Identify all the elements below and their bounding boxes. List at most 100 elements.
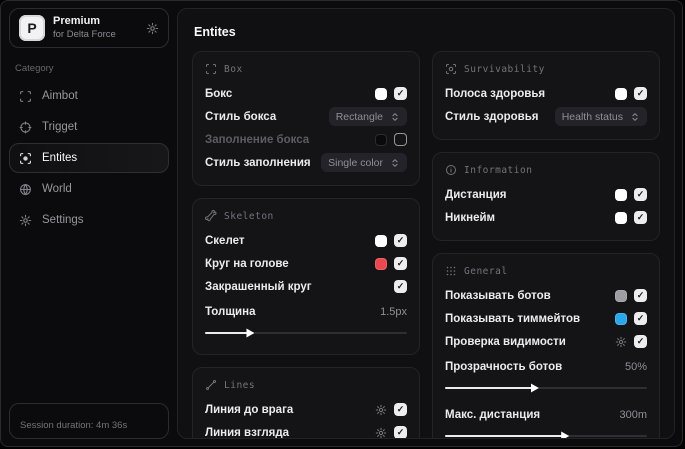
setting-label: Стиль здоровья [445,110,539,123]
gear-icon[interactable] [615,336,627,348]
setting-label: Проверка видимости [445,335,566,348]
panel-survivability: Survivability Полоса здоровья Стиль здор… [432,51,660,140]
panel-general-header: General [445,265,647,277]
chevrons-up-down-icon [630,112,640,122]
bone-icon [205,210,217,222]
setting-label: Линия взгляда [205,426,290,439]
checkbox[interactable] [634,87,647,100]
checkbox[interactable] [634,312,647,325]
setting-label: Дистанция [445,188,507,201]
max-distance-slider[interactable] [445,430,647,438]
sidebar-item-world[interactable]: World [9,174,169,204]
color-swatch[interactable] [615,211,627,224]
setting-row-head-circle: Круг на голове [205,252,407,275]
setting-label: Показывать тиммейтов [445,312,581,325]
checkbox[interactable] [394,87,407,100]
color-swatch[interactable] [375,257,387,270]
checkbox[interactable] [634,211,647,224]
checkbox[interactable] [394,257,407,270]
slider-value: 50% [624,360,647,373]
fill-style-select[interactable]: Single color [321,153,407,172]
sidebar-item-aimbot[interactable]: Aimbot [9,81,169,111]
main-panel: Entites Box Бокс ✓ Стиль бокса Rectangle… [177,8,675,439]
sidebar-item-label: Aimbot [42,90,78,102]
color-swatch[interactable] [375,234,387,247]
diagonal-line-icon [205,379,217,391]
color-swatch[interactable] [615,188,627,201]
setting-label: Макс. дистанция [445,408,541,421]
chevrons-up-down-icon [390,158,400,168]
panel-skeleton-header: Skeleton [205,210,407,222]
checkbox[interactable] [634,188,647,201]
checkbox[interactable] [394,403,407,416]
setting-row-skeleton: Скелет [205,229,407,252]
color-swatch[interactable] [375,87,387,100]
profile-gear-button[interactable] [146,22,159,35]
checkbox[interactable] [394,426,407,438]
setting-label: Показывать ботов [445,289,551,302]
slider-value: 300m [619,408,647,421]
scan-eye-icon [19,152,32,165]
scan-icon [19,90,32,103]
color-swatch[interactable] [615,312,627,325]
setting-label: Прозрачность ботов [445,360,563,373]
color-swatch[interactable] [375,133,387,146]
sidebar-item-label: Trigget [42,121,78,133]
box-style-select[interactable]: Rectangle [328,107,407,126]
setting-row-filled-circle: Закрашенный круг [205,275,407,298]
select-value: Single color [328,156,383,169]
setting-row-box-style: Стиль бокса Rectangle [205,105,407,128]
checkbox[interactable] [394,133,407,146]
info-icon [445,164,457,176]
health-style-select[interactable]: Health status [554,107,647,126]
gear-icon [19,214,32,227]
slider-thumb[interactable] [246,328,255,338]
sidebar-item-trigget[interactable]: Trigget [9,112,169,142]
grid-dots-icon [445,265,457,277]
sidebar-item-settings[interactable]: Settings [9,205,169,235]
sidebar-item-entites[interactable]: Entites [9,143,169,173]
checkbox[interactable] [394,234,407,247]
gear-icon[interactable] [375,404,387,416]
app-window: P Premium for Delta Force Category Aimbo… [0,0,683,447]
setting-row-view-line: Линия взгляда [205,421,407,439]
color-swatch[interactable] [615,289,627,302]
panel-header-label: Skeleton [224,210,274,222]
sidebar: P Premium for Delta Force Category Aimbo… [1,1,177,446]
slider-value: 1.5px [380,305,407,318]
app-logo: P [19,15,45,41]
chevrons-up-down-icon [390,112,400,122]
setting-row-line-to-enemy: Линия до врага [205,398,407,421]
setting-row-distance: Дистанция [445,183,647,206]
setting-row-health-bar: Полоса здоровья [445,82,647,105]
setting-row-bot-opacity: Прозрачность ботов 50% [445,355,647,394]
gear-icon[interactable] [375,427,387,439]
focus-circle-icon [445,63,457,75]
setting-row-show-teammates: Показывать тиммейтов [445,307,647,330]
panel-skeleton: Skeleton Скелет Круг на голове [192,198,420,355]
setting-label: Толщина [205,305,256,318]
checkbox[interactable] [634,335,647,348]
select-value: Health status [561,110,623,123]
setting-label: Линия до врага [205,403,294,416]
checkbox[interactable] [394,280,407,293]
session-duration-card: Session duration: 4m 36s [9,403,169,439]
setting-row-thickness: Толщина 1.5px [205,300,407,339]
checkbox[interactable] [634,289,647,302]
sidebar-item-label: Settings [42,214,84,226]
panel-header-label: Survivability [464,63,545,75]
bot-opacity-slider[interactable] [445,382,647,394]
thickness-slider[interactable] [205,327,407,339]
slider-thumb[interactable] [530,383,539,393]
setting-label: Круг на голове [205,257,289,270]
panel-lines-header: Lines [205,379,407,391]
page-title: Entites [194,25,236,39]
panel-header-label: Lines [224,379,256,391]
panel-lines: Lines Линия до врага Линия взгляда [192,367,420,439]
slider-thumb[interactable] [561,431,570,438]
panel-information: Information Дистанция Никнейм [432,152,660,241]
app-title: Premium [53,15,101,28]
color-swatch[interactable] [615,87,627,100]
setting-row-box-fill: Заполнение бокса [205,128,407,151]
panel-box-header: Box [205,63,407,75]
